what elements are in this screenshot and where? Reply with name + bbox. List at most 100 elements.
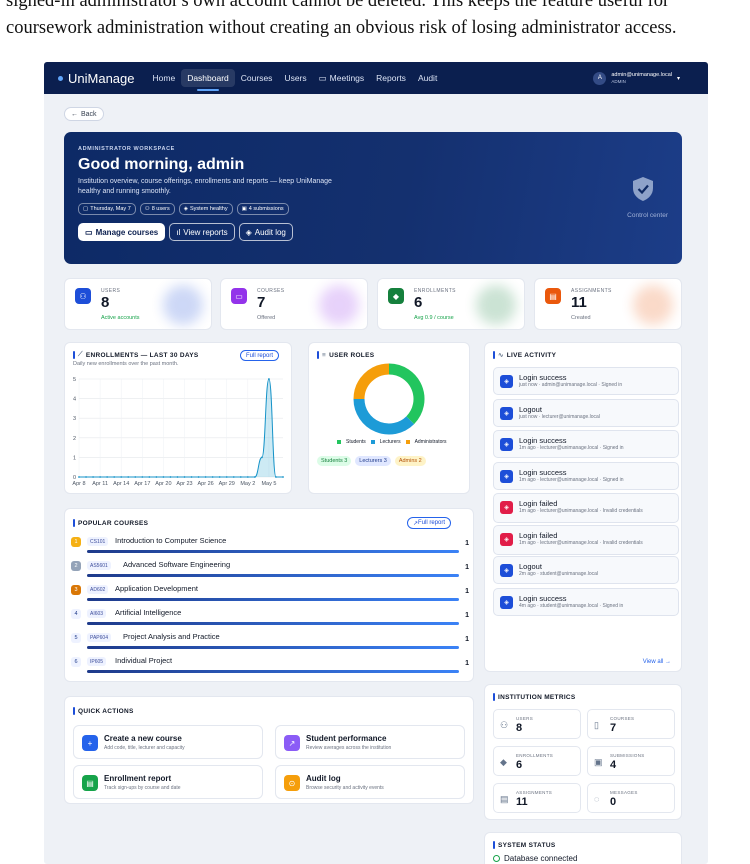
progress-bar — [87, 622, 459, 625]
bar-chart-icon: ıl — [176, 227, 181, 237]
course-row[interactable]: 2 AS5601 Advanced Software Engineering 1 — [71, 559, 469, 579]
progress-bar — [87, 598, 459, 601]
data-point — [253, 476, 256, 478]
activity-item[interactable]: ◈ Login failed 1m ago · lecturer@unimanage… — [493, 524, 679, 555]
course-row[interactable]: 5 PAP604 Project Analysis and Practice 1 — [71, 631, 469, 651]
enrollment-count: 1 — [465, 612, 469, 619]
enrollments-chart: 012345Apr 8 Apr 11 Apr 14 Apr 17 Apr 20 Apr 2… — [72, 377, 284, 487]
audit-log-action[interactable]: ⊙ Audit log Browse security and activity e… — [275, 765, 465, 799]
chip-label: System healthy — [189, 206, 228, 212]
x-tick-label: Apr 17 — [134, 481, 150, 487]
status-label: Database connected — [504, 854, 578, 863]
calendar-icon: ▢ — [83, 206, 89, 212]
enrollment-report-action[interactable]: ▤ Enrollment report Track sign-ups by cour… — [73, 765, 263, 799]
action-subtitle: Track sign-ups by course and date — [104, 785, 181, 791]
button-label: Manage courses — [95, 227, 159, 237]
course-row[interactable]: 3 AD602 Application Development 1 — [71, 583, 469, 603]
data-point — [85, 476, 87, 478]
user-menu[interactable]: A admin@unimanage.local ADMIN ▾ — [593, 71, 680, 85]
activity-item[interactable]: ◈ Login success 1m ago · lecturer@unimanag… — [493, 461, 679, 490]
activity-item[interactable]: ◈ Logout just now · lecturer@unimanage.loc… — [493, 398, 679, 427]
create-course-action[interactable]: + Create a new course Add code, title, lec… — [73, 725, 263, 759]
book-icon: ▯ — [594, 720, 599, 730]
progress-bar — [87, 574, 459, 577]
nav-item-courses[interactable]: Courses — [235, 69, 279, 87]
nav-item-dashboard[interactable]: Dashboard — [181, 69, 235, 91]
donut-slice-administrators — [353, 363, 390, 400]
activity-item[interactable]: ◈ Logout 2m ago · student@unimanage.local — [493, 556, 679, 584]
users-icon: ⚇ — [500, 720, 509, 730]
y-tick-label: 4 — [73, 397, 76, 403]
users-chip: ⚇ 8 users — [139, 203, 175, 215]
enrollment-count: 1 — [465, 636, 469, 643]
clipboard-icon: ▣ — [241, 206, 247, 212]
activity-title: Login failed — [519, 499, 558, 508]
data-point — [155, 476, 158, 478]
shield-check-icon — [633, 177, 653, 201]
document-text: signed-in administrator's own account ca… — [0, 0, 750, 54]
card-title: INSTITUTION METRICS — [493, 693, 576, 701]
course-row[interactable]: 6 IP605 Individual Project 1 — [71, 655, 469, 675]
nav-item-reports[interactable]: Reports — [370, 69, 412, 87]
x-tick-label: Apr 20 — [155, 481, 171, 487]
course-name: Advanced Software Engineering — [123, 560, 231, 569]
series-line — [78, 378, 283, 478]
nav-item-audit[interactable]: Audit — [412, 69, 443, 87]
progress-bar — [87, 646, 459, 649]
activity-item[interactable]: ◈ Login failed 1m ago · lecturer@unimanage… — [493, 493, 679, 523]
stat-card-enrollments[interactable]: ◆ ENROLLMENTS 6 Avg 0.9 / course — [377, 278, 525, 330]
legend-swatch — [405, 440, 410, 444]
course-row[interactable]: 1 CS101 Introduction to Computer Science 1 — [71, 535, 469, 555]
back-button[interactable]: ← Back — [64, 107, 104, 121]
quick-actions-title: QUICK ACTIONS — [78, 707, 134, 715]
shield-icon: ◈ — [500, 438, 513, 451]
activity-item[interactable]: ◈ Login success 1m ago · lecturer@unimanag… — [493, 430, 679, 458]
metric-label: USERS — [516, 716, 534, 721]
shield-icon: ◈ — [500, 469, 513, 483]
view-reports-button[interactable]: ıl View reports — [169, 223, 235, 241]
stat-card-users[interactable]: ⚇ USERS 8 Active accounts — [64, 278, 212, 330]
data-point — [268, 378, 270, 380]
audit-log-button[interactable]: ◈ Audit log — [238, 223, 293, 241]
manage-courses-button[interactable]: ▭ Manage courses — [78, 223, 166, 241]
course-name: Application Development — [115, 584, 198, 593]
data-point — [78, 476, 80, 478]
full-report-button[interactable]: Full report — [240, 350, 280, 361]
course-row[interactable]: 4 AI603 Artificial Intelligence 1 — [71, 607, 469, 627]
course-code: AI603 — [87, 609, 107, 618]
data-point — [225, 476, 228, 478]
stat-value: 6 — [414, 294, 423, 311]
activity-item[interactable]: ◈ Login success 4m ago · student@unimanage… — [493, 587, 679, 616]
user-roles-donut — [353, 363, 425, 435]
cap-icon: ◆ — [500, 757, 507, 767]
nav-item-home[interactable]: Home — [147, 69, 182, 87]
student-performance-action[interactable]: ↗ Student performance Review averages acro… — [275, 725, 465, 759]
activity-meta: 1m ago · lecturer@unimanage.local · Inva… — [519, 539, 643, 546]
card-title: POPULAR COURSES — [73, 519, 148, 527]
stat-card-courses[interactable]: ▭ COURSES 7 Offered — [220, 278, 368, 330]
brand[interactable]: UniManage — [58, 71, 135, 86]
app-screenshot: UniManage Home Dashboard Courses Users ▭… — [44, 62, 708, 864]
nav-item-meetings[interactable]: ▭ Meetings — [313, 69, 371, 88]
action-title: Student performance — [306, 734, 387, 743]
page-title: Good morning, admin — [78, 156, 245, 173]
activity-meta: just now · admin@unimanage.local · Signe… — [519, 382, 623, 388]
legend-label: Lecturers — [379, 439, 401, 445]
data-point — [134, 476, 137, 478]
activity-title: Logout — [519, 562, 542, 571]
metric-value: 8 — [516, 722, 523, 734]
course-code: AD602 — [87, 585, 109, 594]
course-code: CS101 — [87, 537, 109, 546]
stat-card-assignments[interactable]: ▤ ASSIGNMENTS 11 Created — [534, 278, 682, 330]
area-fill — [79, 379, 283, 477]
activity-item[interactable]: ◈ Login success just now · admin@unimanage… — [493, 367, 679, 395]
nav-item-users[interactable]: Users — [278, 69, 312, 87]
view-all-link[interactable]: View all → — [643, 659, 671, 665]
data-point — [204, 476, 207, 478]
full-report-button[interactable]: ↗ Full report — [407, 517, 452, 529]
progress-bar — [87, 670, 459, 673]
data-point — [141, 476, 144, 478]
metric-enrollments: ◆ ENROLLMENTS 6 — [493, 746, 581, 776]
system-status-title: SYSTEM STATUS — [498, 841, 556, 849]
x-tick-label: May 2 — [240, 481, 255, 487]
